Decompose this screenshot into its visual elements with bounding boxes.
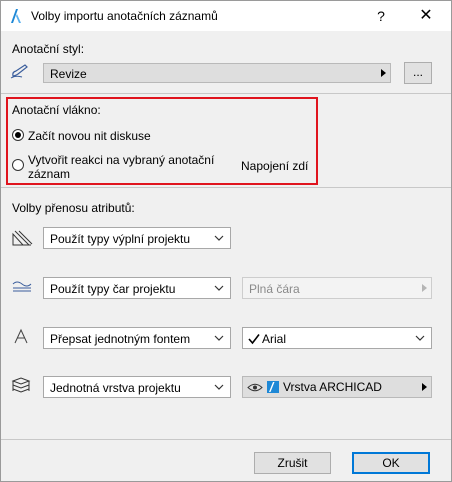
- chevron-right-icon: [422, 383, 427, 391]
- archicad-app-icon: [9, 8, 23, 24]
- checkmark-icon: [248, 334, 260, 345]
- browse-style-button[interactable]: ...: [404, 62, 432, 84]
- cancel-button[interactable]: Zrušit: [254, 452, 331, 474]
- reply-target-name: Napojení zdí: [241, 159, 309, 173]
- reply-radio[interactable]: [12, 159, 24, 171]
- line-type-secondary-value: Plná čára: [249, 282, 300, 296]
- fill-type-value: Použít typy výplní projektu: [50, 232, 191, 246]
- radio-selected-dot: [15, 132, 21, 138]
- chevron-down-icon: [214, 235, 224, 241]
- import-options-dialog: Volby importu anotačních záznamů ? ✕ Ano…: [0, 0, 452, 482]
- font-mode-value: Přepsat jednotným fontem: [50, 332, 191, 346]
- line-type-secondary-field: Plná čára: [242, 277, 432, 299]
- close-button[interactable]: ✕: [415, 5, 437, 27]
- title-bar: Volby importu anotačních záznamů ? ✕: [1, 1, 451, 31]
- divider: [1, 187, 451, 188]
- line-type-select[interactable]: Použít typy čar projektu: [43, 277, 231, 299]
- markup-style-label: Anotační styl:: [12, 42, 85, 56]
- layers-icon: [11, 377, 31, 393]
- line-type-value: Použít typy čar projektu: [50, 282, 176, 296]
- chevron-down-icon: [214, 335, 224, 341]
- new-thread-radio[interactable]: [12, 129, 24, 141]
- chevron-right-icon: [381, 69, 386, 77]
- layer-mode-value: Jednotná vrstva projektu: [50, 381, 181, 395]
- fill-type-icon: [12, 230, 33, 246]
- ok-button[interactable]: OK: [352, 452, 430, 474]
- fill-type-select[interactable]: Použít typy výplní projektu: [43, 227, 231, 249]
- eye-icon: [247, 383, 263, 392]
- divider: [1, 93, 451, 94]
- new-thread-label[interactable]: Začít novou nit diskuse: [28, 129, 151, 143]
- chevron-down-icon: [214, 285, 224, 291]
- line-type-icon: [12, 281, 32, 292]
- font-mode-select[interactable]: Přepsat jednotným fontem: [43, 327, 231, 349]
- reply-label-line2[interactable]: záznam: [28, 167, 70, 181]
- font-icon: [14, 328, 28, 344]
- chevron-down-icon: [415, 335, 425, 341]
- font-name-select[interactable]: Arial: [242, 327, 432, 349]
- chevron-right-icon: [422, 284, 427, 292]
- layer-mode-select[interactable]: Jednotná vrstva projektu: [43, 376, 231, 398]
- layer-name-field[interactable]: Vrstva ARCHICAD: [242, 376, 432, 398]
- markup-pen-icon: [10, 64, 28, 79]
- font-name-value: Arial: [262, 332, 287, 346]
- help-button[interactable]: ?: [371, 6, 391, 26]
- reply-label-line1[interactable]: Vytvořit reakci na vybraný anotační: [28, 153, 214, 167]
- markup-style-value: Revize: [50, 67, 87, 81]
- layer-app-icon: [267, 381, 279, 393]
- chevron-down-icon: [214, 384, 224, 390]
- divider: [1, 439, 451, 440]
- markup-thread-label: Anotační vlákno:: [12, 103, 101, 117]
- layer-name-value: Vrstva ARCHICAD: [283, 380, 382, 394]
- window-title: Volby importu anotačních záznamů: [31, 9, 218, 23]
- markup-style-field[interactable]: Revize: [43, 63, 391, 83]
- attributes-label: Volby přenosu atributů:: [12, 201, 135, 215]
